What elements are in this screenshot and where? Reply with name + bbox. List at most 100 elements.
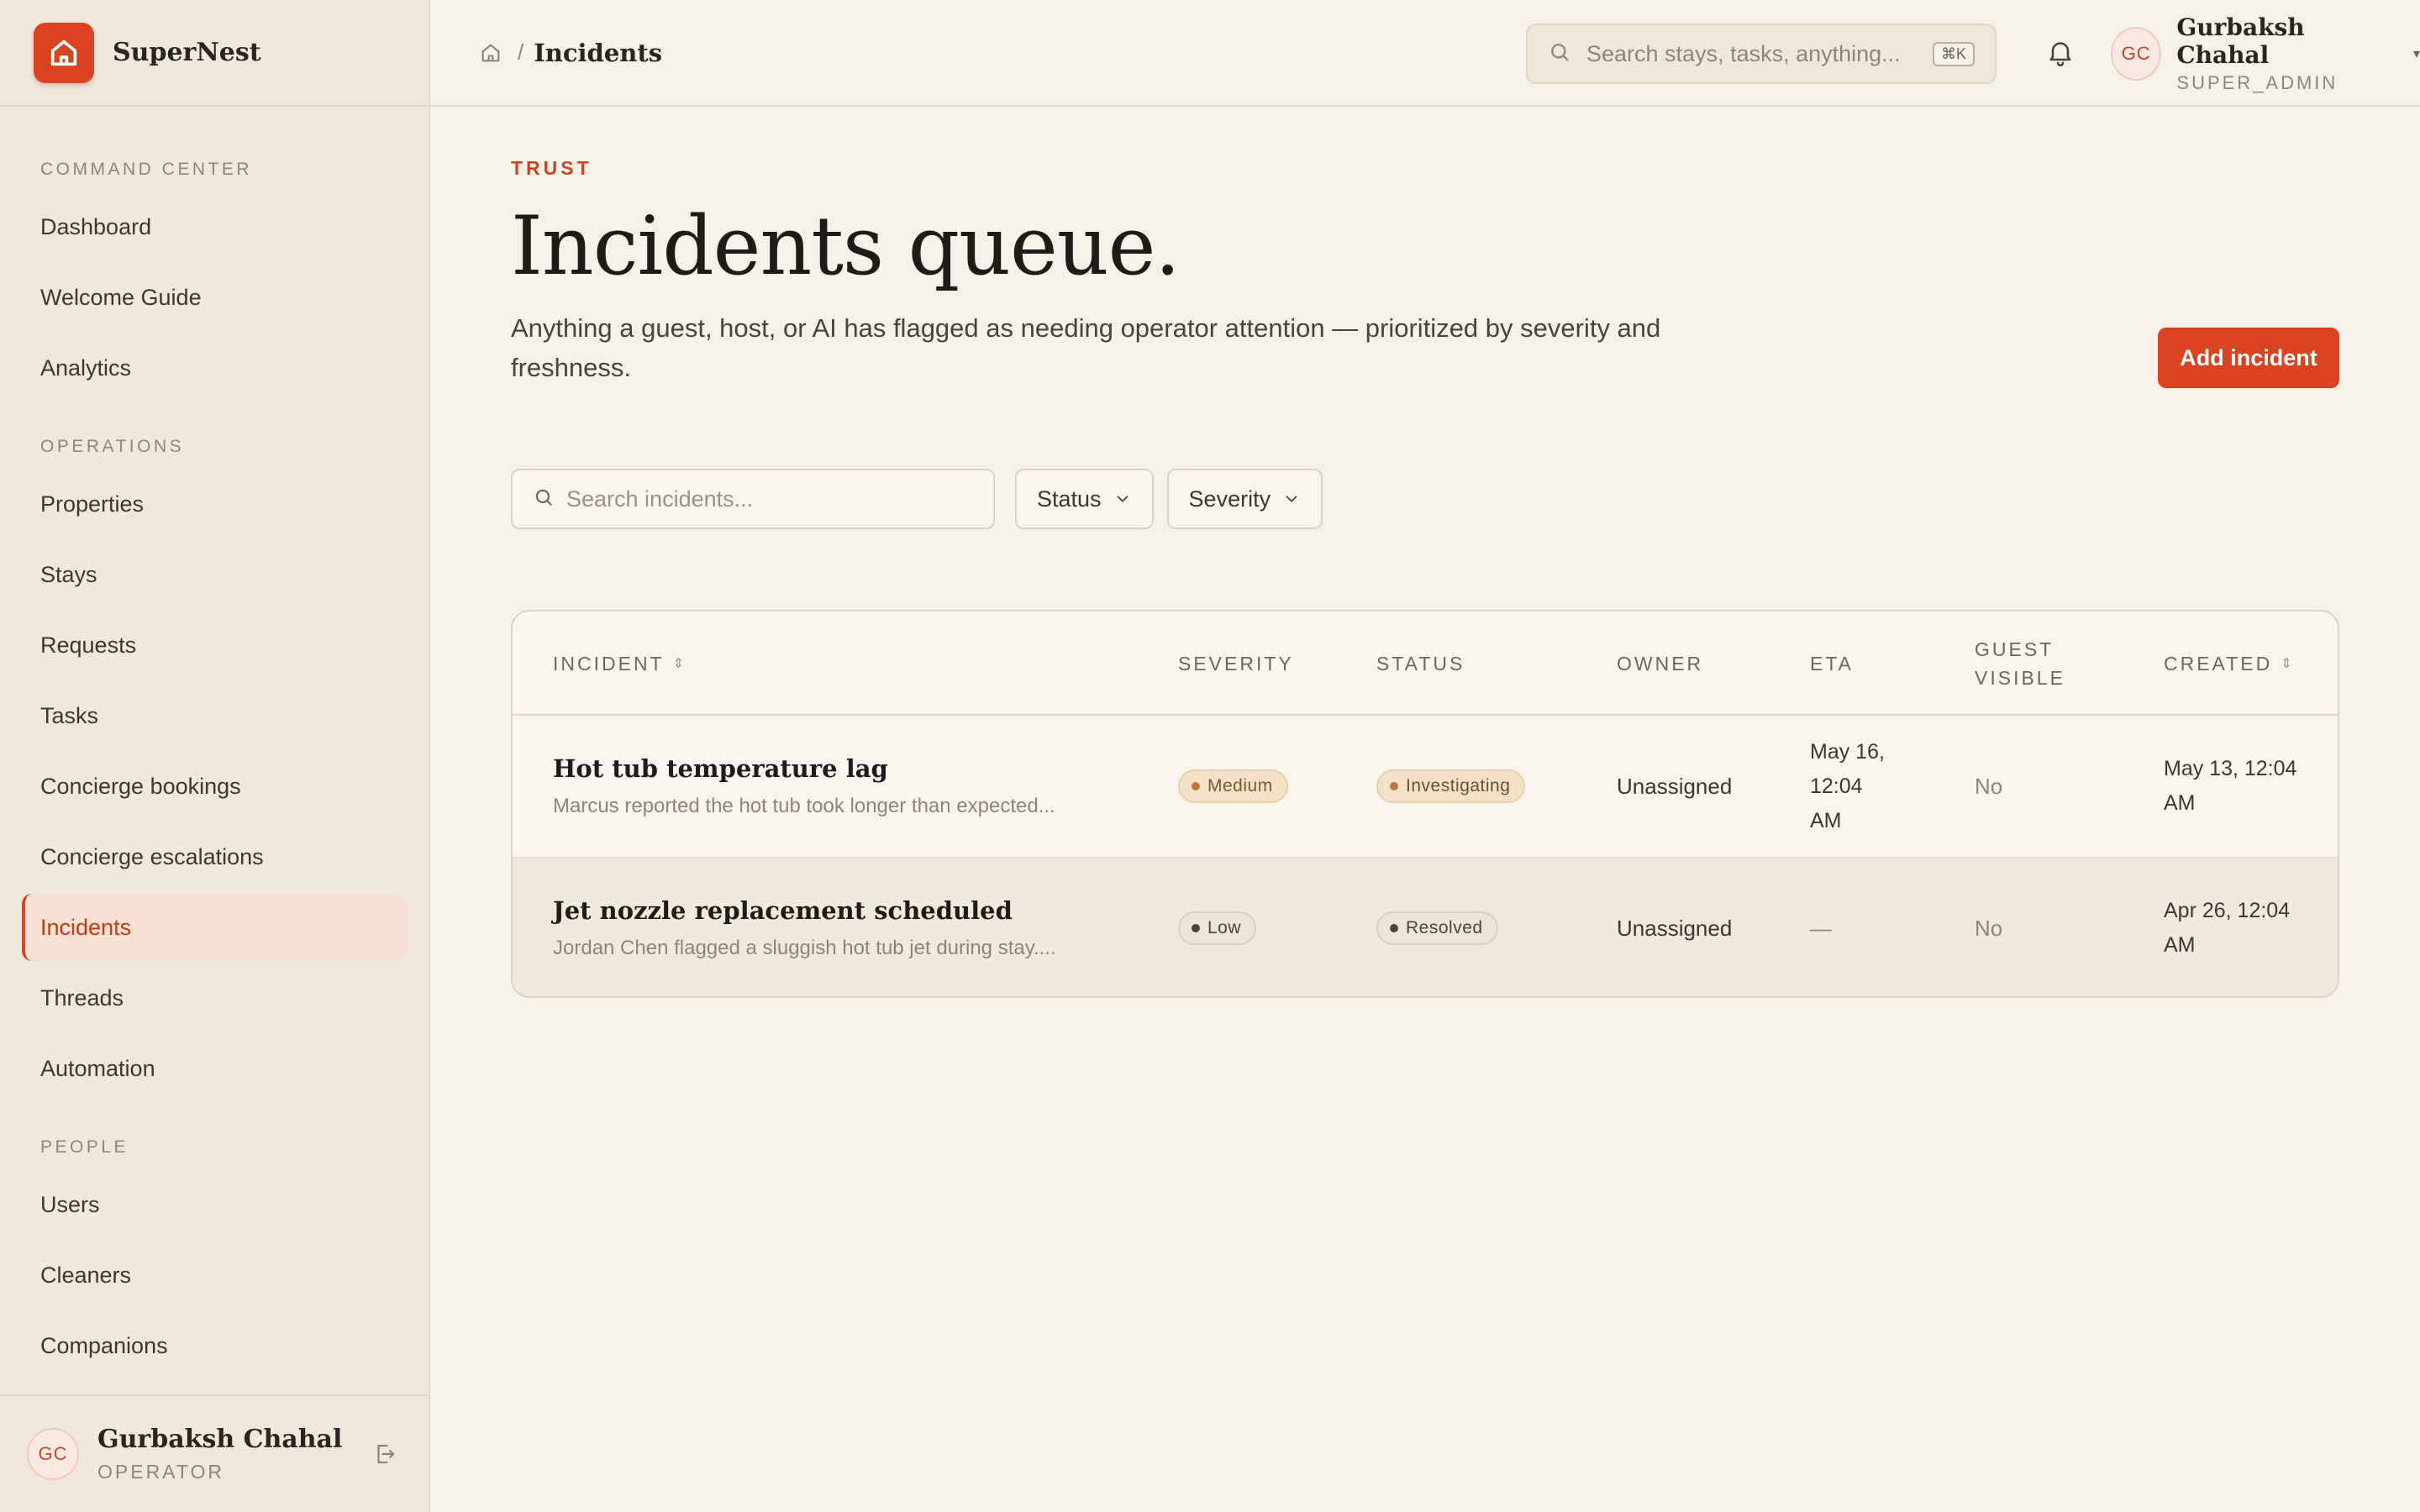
created-line: AM	[2164, 933, 2196, 957]
search-icon	[533, 486, 555, 512]
user-role: SUPER_ADMIN	[2176, 72, 2338, 93]
page-description: Anything a guest, host, or AI has flagge…	[511, 313, 1661, 382]
sidebar-item-welcome-guide[interactable]: Welcome Guide	[22, 264, 407, 331]
incident-cell: Hot tub temperature lag Marcus reported …	[553, 716, 1055, 857]
sidebar-item-concierge-escalations[interactable]: Concierge escalations	[22, 823, 407, 890]
sidebar-item-stays[interactable]: Stays	[22, 541, 407, 608]
nav-section-command-center: COMMAND CENTER Dashboard Welcome Guide A…	[0, 157, 429, 405]
column-eta: ETA	[1810, 652, 1854, 675]
avatar[interactable]: GC	[27, 1428, 79, 1480]
incident-title: Jet nozzle replacement scheduled	[553, 896, 1013, 925]
user-name: Gurbaksh Chahal	[2176, 13, 2305, 69]
column-status: STATUS	[1376, 652, 1465, 675]
global-search-input[interactable]	[1586, 40, 1933, 67]
status-dot-icon	[1390, 782, 1398, 790]
chevron-down-icon	[1286, 496, 1297, 502]
owner-cell: Unassigned	[1617, 773, 1733, 799]
filter-bar: Status Severity	[511, 469, 1323, 529]
incident-summary: Marcus reported the hot tub took longer …	[553, 795, 1055, 817]
user-name: Gurbaksh Chahal	[97, 1425, 343, 1454]
sidebar-item-tasks[interactable]: Tasks	[22, 682, 407, 749]
column-label: VISIBLE	[1975, 667, 2065, 689]
page-eyebrow: TRUST	[511, 157, 592, 179]
eta-line: 12:04	[1810, 774, 1863, 798]
sidebar-item-threads[interactable]: Threads	[22, 964, 407, 1032]
column-created[interactable]: CREATED ⇕	[2164, 612, 2292, 716]
created-line: May 13, 12:04	[2164, 757, 2297, 780]
sidebar-item-companions[interactable]: Companions	[22, 1312, 407, 1379]
owner-cell: Unassigned	[1617, 915, 1733, 941]
eta-cell: May 16, 12:04 AM	[1810, 716, 1885, 857]
incident-summary: Jordan Chen flagged a sluggish hot tub j…	[553, 937, 1056, 959]
column-label: GUEST	[1975, 638, 2054, 660]
add-incident-button[interactable]: Add incident	[2158, 328, 2339, 388]
incident-cell: Jet nozzle replacement scheduled Jordan …	[553, 858, 1056, 996]
status-label: Investigating	[1406, 776, 1511, 795]
incident-search-input[interactable]	[566, 486, 973, 512]
guest-visible-cell: No	[1975, 915, 2003, 941]
created-line: AM	[2164, 791, 2196, 815]
user-info: Gurbaksh Chahal SUPER_ADMIN	[2176, 13, 2391, 94]
brand[interactable]: SuperNest	[0, 0, 429, 107]
column-incident[interactable]: INCIDENT ⇕	[553, 612, 684, 716]
sort-icon: ⇕	[2281, 657, 2292, 671]
status-filter-dropdown[interactable]: Status	[1015, 469, 1154, 529]
eta-cell: —	[1810, 915, 1832, 941]
severity-cell: Medium	[1178, 716, 1288, 857]
sidebar-item-analytics[interactable]: Analytics	[22, 334, 407, 402]
logout-icon[interactable]	[368, 1437, 402, 1471]
nav-heading: OPERATIONS	[40, 437, 185, 456]
status-cell: Resolved	[1376, 858, 1498, 996]
severity-filter-label: Severity	[1188, 486, 1271, 512]
column-severity: SEVERITY	[1178, 652, 1294, 675]
chevron-down-icon	[1117, 496, 1128, 502]
severity-filter-dropdown[interactable]: Severity	[1166, 469, 1323, 529]
home-icon[interactable]	[477, 39, 504, 66]
sidebar-item-properties[interactable]: Properties	[22, 470, 407, 538]
status-badge: Investigating	[1376, 769, 1526, 803]
incidents-table: INCIDENT ⇕ SEVERITY STATUS OWNER ETA GUE…	[511, 610, 2339, 998]
breadcrumb-current: Incidents	[534, 38, 663, 67]
global-search[interactable]: ⌘K	[1526, 24, 1996, 84]
sidebar-item-requests[interactable]: Requests	[22, 612, 407, 679]
guest-visible-cell: No	[1975, 773, 2003, 799]
status-dot-icon	[1192, 782, 1200, 790]
status-filter-label: Status	[1037, 486, 1102, 512]
topbar: / Incidents ⌘K GC Gurbaksh Chahal SUPER_…	[430, 0, 2420, 107]
avatar: GC	[2111, 27, 2162, 81]
sidebar-item-automation[interactable]: Automation	[22, 1035, 407, 1102]
table-header: INCIDENT ⇕ SEVERITY STATUS OWNER ETA GUE…	[513, 612, 2338, 716]
severity-cell: Low	[1178, 858, 1257, 996]
user-menu[interactable]: GC Gurbaksh Chahal SUPER_ADMIN ▾	[2111, 13, 2420, 93]
status-label: Resolved	[1406, 918, 1483, 937]
user-role: OPERATOR	[97, 1461, 224, 1483]
severity-badge: Low	[1178, 911, 1257, 945]
incident-search[interactable]	[511, 469, 995, 529]
search-icon	[1548, 40, 1571, 68]
nav-heading: PEOPLE	[40, 1137, 129, 1157]
severity-badge: Medium	[1178, 769, 1288, 803]
breadcrumb-separator: /	[518, 39, 524, 65]
bell-icon[interactable]	[2045, 37, 2079, 71]
column-label: CREATED	[2164, 652, 2273, 675]
table-row[interactable]: Jet nozzle replacement scheduled Jordan …	[513, 857, 2338, 996]
nav-heading: COMMAND CENTER	[40, 160, 252, 179]
sidebar-item-users[interactable]: Users	[22, 1171, 407, 1238]
caret-down-icon: ▾	[2412, 47, 2420, 61]
eta-line: AM	[1810, 808, 1842, 832]
sidebar-item-incidents[interactable]: Incidents	[22, 894, 407, 961]
severity-label: Medium	[1207, 776, 1273, 795]
status-cell: Investigating	[1376, 716, 1526, 857]
sidebar-item-cleaners[interactable]: Cleaners	[22, 1242, 407, 1309]
incident-title: Hot tub temperature lag	[553, 754, 888, 783]
sidebar: SuperNest COMMAND CENTER Dashboard Welco…	[0, 0, 430, 1512]
sidebar-user-panel: GC Gurbaksh Chahal OPERATOR	[0, 1394, 429, 1512]
table-row[interactable]: Hot tub temperature lag Marcus reported …	[513, 716, 2338, 857]
nav-section-operations: OPERATIONS Properties Stays Requests Tas…	[0, 434, 429, 1105]
sidebar-user-info: Gurbaksh Chahal OPERATOR	[97, 1425, 368, 1483]
sidebar-item-dashboard[interactable]: Dashboard	[22, 193, 407, 260]
created-cell: Apr 26, 12:04 AM	[2164, 858, 2290, 996]
brand-name: SuperNest	[113, 38, 261, 67]
status-badge: Resolved	[1376, 911, 1498, 945]
sidebar-item-concierge-bookings[interactable]: Concierge bookings	[22, 753, 407, 820]
